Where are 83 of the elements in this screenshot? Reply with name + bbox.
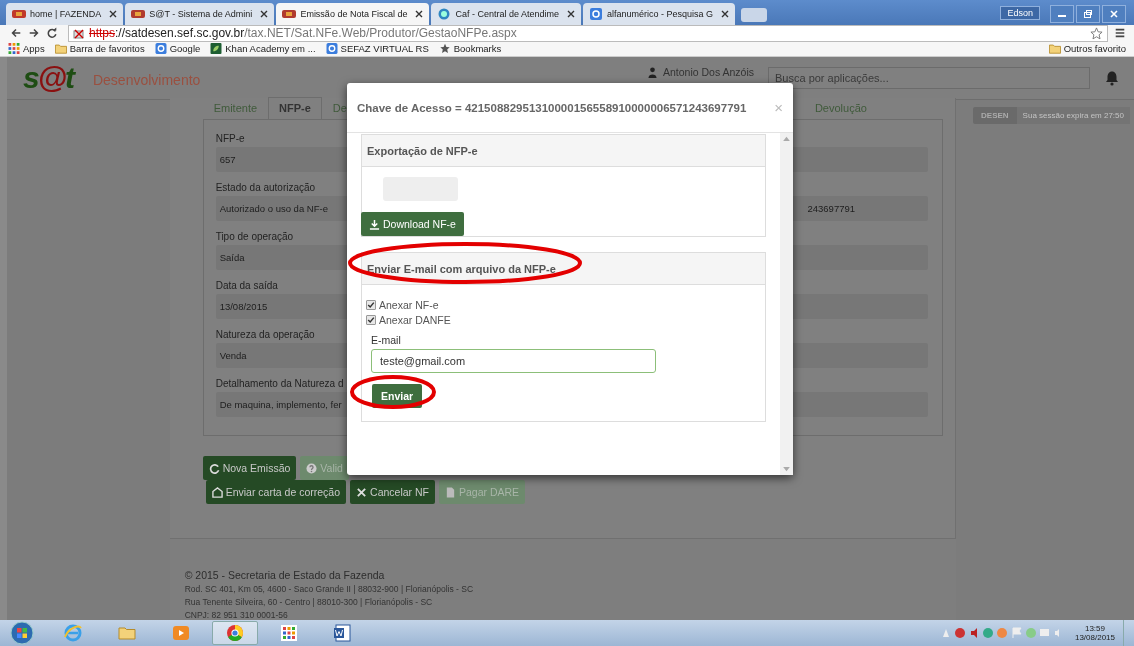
bookmark[interactable]: Bookmarks (438, 43, 502, 55)
question-icon (306, 462, 318, 474)
profile-name[interactable]: Edson (1000, 6, 1040, 20)
environment-badge: DESEN (973, 107, 1017, 124)
checkbox-label: Anexar NF-e (379, 298, 439, 311)
apps-grid-icon (8, 43, 20, 55)
field-label: NFP-e (215, 133, 245, 144)
forward-icon[interactable] (28, 27, 40, 40)
star-icon[interactable] (1090, 26, 1103, 40)
apps-grid-icon (279, 623, 299, 643)
document-icon (333, 623, 353, 643)
field-label: Natureza da operação (215, 329, 315, 340)
globe-icon (437, 7, 452, 20)
clock[interactable]: 13:59 13/08/2015 (1074, 624, 1115, 642)
session-timer: Sua sessão expira em 27:50 (1016, 107, 1130, 124)
footer-text: CNPJ: 82 951 310 0001-56 (184, 610, 289, 620)
browser-e-icon (63, 623, 83, 643)
field-label: Data da saída (215, 280, 278, 291)
bell-icon[interactable] (1104, 70, 1120, 86)
checkbox-label: Anexar DANFE (379, 313, 451, 326)
flag-icon (12, 7, 26, 20)
url-text: https://satdesen.sef.sc.gov.br/tax.NET/Sat.NFe.Web/Produtor/GestaoNFPe.aspx (89, 26, 517, 41)
field-label: Estado da autorização (215, 182, 316, 193)
chrome-icon (225, 623, 245, 643)
footer-text: Rua Tenente Silveira, 60 - Centro | 88010-300 | Florianópolis - SC (184, 597, 434, 607)
close-button[interactable] (1102, 5, 1126, 23)
file-icon (445, 486, 456, 498)
bookmark[interactable]: Apps (8, 43, 45, 55)
reload-icon[interactable] (46, 27, 58, 40)
panel-heading: Exportação de NFP-e (367, 144, 478, 157)
environment-label: Desenvolvimento (92, 72, 201, 88)
close-icon (1109, 9, 1119, 19)
action-button[interactable]: Enviar carta de correção (205, 480, 347, 504)
x-icon (356, 486, 368, 498)
sat-logo-icon (131, 7, 146, 20)
download-icon (369, 218, 380, 230)
broken-lock-icon (73, 27, 85, 40)
footer-text: Rod. SC 401, Km 05, 4600 - Saco Grande II | 88032-900 | Florianópolis - SC (184, 584, 475, 594)
browser-tab[interactable]: S@T - Sistema de Admini (125, 2, 275, 25)
bookmark[interactable]: Google (154, 43, 201, 55)
field-label: Detalhamento da Natureza d (215, 378, 344, 389)
action-button[interactable]: Nova Emissão (202, 456, 297, 480)
download-button[interactable]: Download NF-e (361, 212, 464, 236)
footer-title: © 2015 - Secretaria de Estado da Fazenda (184, 569, 386, 581)
close-icon[interactable] (721, 9, 730, 18)
google-icon (589, 7, 603, 20)
close-icon[interactable] (415, 9, 424, 18)
close-icon[interactable] (260, 9, 269, 18)
system-tray-icons[interactable] (940, 627, 1061, 639)
sat-logo-icon (282, 7, 297, 20)
email-field[interactable]: teste@gmail.com (371, 349, 656, 373)
restore-button[interactable] (1076, 5, 1100, 23)
browser-tab[interactable]: Emissão de Nota Fiscal de (276, 2, 430, 25)
action-button[interactable]: Cancelar NF (350, 480, 435, 504)
person-icon (647, 66, 657, 78)
bookmark[interactable]: SEFAZ VIRTUAL RS (325, 43, 429, 55)
field-label: E-mail (371, 334, 401, 346)
sat-logo: s@t (23, 61, 73, 95)
taskbar-button[interactable] (212, 621, 258, 645)
refresh-icon (208, 462, 220, 474)
browser-tab[interactable]: home | FAZENDA (6, 2, 124, 25)
restore-icon (1083, 9, 1093, 19)
panel-heading: Enviar E-mail com arquivo da NFP-e (367, 262, 556, 275)
play-icon (171, 623, 191, 643)
close-icon[interactable] (567, 9, 575, 18)
minimize-button[interactable] (1050, 5, 1074, 23)
star-icon (438, 43, 451, 55)
browser-tab[interactable]: alfanumérico - Pesquisa G (583, 2, 736, 25)
close-icon[interactable] (109, 9, 118, 18)
bookmark[interactable]: Khan Academy em ... (210, 43, 316, 55)
back-icon[interactable] (10, 27, 22, 40)
checkbox[interactable] (366, 314, 376, 325)
start-button[interactable] (10, 621, 34, 645)
menu-icon[interactable] (1114, 27, 1126, 40)
leaf-icon (210, 43, 223, 55)
search-field[interactable]: Busca por aplicações... (768, 67, 1090, 89)
browser-tab[interactable]: Caf - Central de Atendime (431, 2, 581, 25)
new-tab-button[interactable] (741, 7, 768, 22)
bookmark-folder[interactable]: Outros favorito (1048, 43, 1126, 55)
field-label: Tipo de operação (215, 231, 294, 242)
checkbox[interactable] (366, 299, 376, 310)
bookmark[interactable]: Barra de favoritos (54, 43, 145, 55)
modal-title: Chave de Acesso = 42150882951310000156558910000006571243697791 (357, 101, 748, 114)
